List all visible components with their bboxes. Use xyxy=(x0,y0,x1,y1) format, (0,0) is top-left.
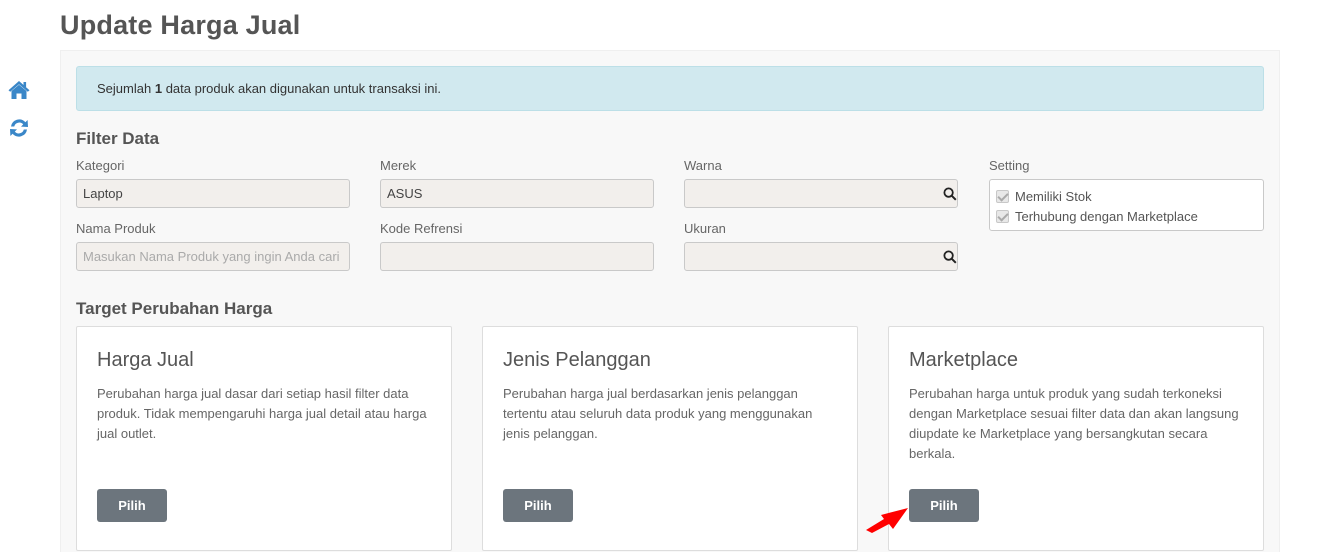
nama-produk-input[interactable] xyxy=(76,242,350,271)
ukuran-label: Ukuran xyxy=(684,221,726,236)
pilih-harga-jual-button[interactable]: Pilih xyxy=(97,489,167,522)
merek-input[interactable] xyxy=(380,179,654,208)
setting-option-stok[interactable]: Memiliki Stok xyxy=(996,186,1257,206)
kode-refrensi-label: Kode Refrensi xyxy=(380,221,463,236)
search-icon[interactable] xyxy=(943,187,957,201)
kode-refrensi-input[interactable] xyxy=(380,242,654,271)
card-harga-jual: Harga Jual Perubahan harga jual dasar da… xyxy=(76,326,452,551)
warna-input[interactable] xyxy=(684,179,958,208)
checkbox-label: Memiliki Stok xyxy=(1015,188,1092,204)
alert-suffix: data produk akan digunakan untuk transak… xyxy=(165,81,442,96)
sidebar xyxy=(0,0,40,552)
nama-produk-label: Nama Produk xyxy=(76,221,156,236)
card-jenis-pelanggan: Jenis Pelanggan Perubahan harga jual ber… xyxy=(482,326,858,551)
card-description: Perubahan harga jual dasar dari setiap h… xyxy=(97,386,427,441)
alert-count: 1 xyxy=(154,81,163,96)
checkbox[interactable] xyxy=(996,209,1009,223)
card-marketplace: Marketplace Perubahan harga untuk produk… xyxy=(888,326,1264,551)
setting-label: Setting xyxy=(989,158,1030,173)
page-title: Update Harga Jual xyxy=(60,10,301,40)
info-alert: Sejumlah 1 data produk akan digunakan un… xyxy=(76,66,1264,111)
kategori-label: Kategori xyxy=(76,158,125,173)
pilih-marketplace-button[interactable]: Pilih xyxy=(909,489,979,522)
checkbox-label: Terhubung dengan Marketplace xyxy=(1015,208,1198,224)
target-title: Target Perubahan Harga xyxy=(76,299,273,318)
card-description: Perubahan harga jual berdasarkan jenis p… xyxy=(503,386,813,441)
filter-title: Filter Data xyxy=(76,129,160,148)
ukuran-input[interactable] xyxy=(684,242,958,271)
setting-options: Memiliki Stok Terhubung dengan Marketpla… xyxy=(989,179,1264,231)
card-title: Jenis Pelanggan xyxy=(503,349,651,371)
card-description: Perubahan harga untuk produk yang sudah … xyxy=(909,386,1239,461)
alert-prefix: Sejumlah xyxy=(97,81,152,96)
kategori-input[interactable] xyxy=(76,179,350,208)
main-panel: Sejumlah 1 data produk akan digunakan un… xyxy=(60,50,1280,552)
card-title: Marketplace xyxy=(909,349,1018,371)
pilih-jenis-pelanggan-button[interactable]: Pilih xyxy=(503,489,573,522)
warna-label: Warna xyxy=(684,158,722,173)
setting-option-marketplace[interactable]: Terhubung dengan Marketplace xyxy=(996,206,1257,226)
home-icon[interactable] xyxy=(7,78,31,102)
search-icon[interactable] xyxy=(943,250,957,264)
refresh-icon[interactable] xyxy=(7,116,31,140)
card-title: Harga Jual xyxy=(97,349,194,371)
merek-label: Merek xyxy=(380,158,417,173)
annotation-arrow-icon xyxy=(866,508,908,533)
checkbox[interactable] xyxy=(996,189,1009,203)
